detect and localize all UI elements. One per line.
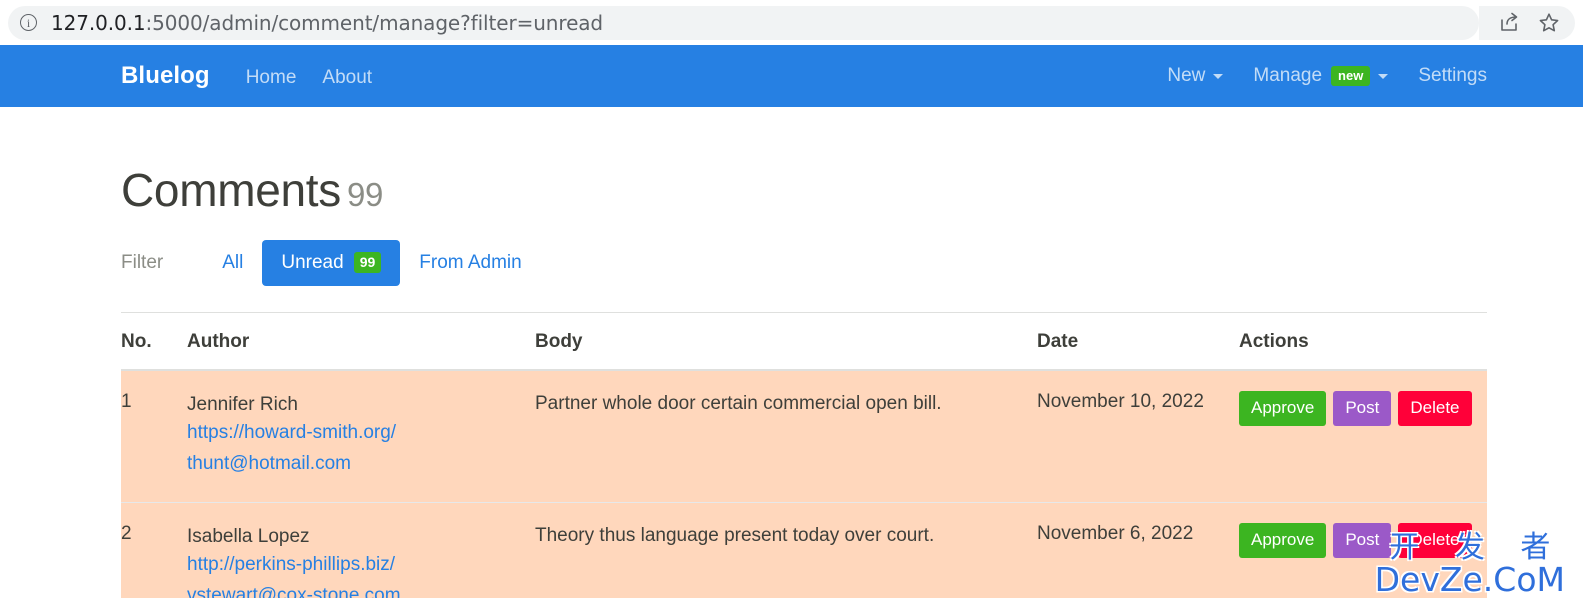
page-title: Comments 99 [121,165,1487,216]
nav-item-new[interactable]: New [1167,65,1224,87]
table-row: 1 Jennifer Rich https://howard-smith.org… [121,369,1487,503]
filter-unread-count-badge: 99 [353,252,382,274]
url-host: 127.0.0.1 [51,10,146,35]
browser-toolbar: i 127.0.0.1:5000/admin/comment/manage?fi… [0,0,1583,45]
brand-logo[interactable]: Bluelog [121,62,210,90]
author-website-link[interactable]: http://perkins-phillips.biz/ [187,550,535,581]
page-title-count: 99 [347,176,384,213]
site-info-icon[interactable]: i [20,14,37,31]
column-header-author: Author [187,311,535,371]
nav-new-badge: new [1331,66,1371,86]
browser-actions [1479,5,1575,40]
address-bar[interactable]: i 127.0.0.1:5000/admin/comment/manage?fi… [8,5,1479,40]
nav-item-manage[interactable]: Manage new [1253,65,1389,87]
cell-date: November 10, 2022 [1037,369,1239,503]
action-button-group: Approve Post Delete [1239,522,1487,559]
filter-bar: Filter All Unread 99 From Admin [121,239,1487,286]
cell-date: November 6, 2022 [1037,502,1239,598]
delete-button[interactable]: Delete [1398,390,1472,426]
nav-item-settings[interactable]: Settings [1418,65,1487,87]
table-row: 2 Isabella Lopez http://perkins-phillips… [121,502,1487,598]
main-navbar: Bluelog Home About New Manage new Settin… [0,45,1583,107]
nav-item-about[interactable]: About [322,67,372,89]
delete-button[interactable]: Delete [1398,522,1472,559]
author-name: Isabella Lopez [187,525,310,547]
cell-body: Theory thus language present today over … [535,502,1037,598]
filter-label: Filter [121,251,164,273]
approve-button[interactable]: Approve [1239,522,1327,559]
column-header-date: Date [1037,311,1239,371]
navbar-right-group: New Manage new Settings [1137,65,1487,87]
cell-author: Isabella Lopez http://perkins-phillips.b… [187,502,535,598]
cell-actions: Approve Post Delete [1239,502,1487,598]
navbar-left-group: Bluelog Home About [121,62,398,90]
cell-no: 1 [121,369,187,503]
filter-button-unread[interactable]: Unread 99 [262,239,401,286]
filter-button-all[interactable]: All [203,240,262,286]
page-title-text: Comments [121,164,341,216]
chevron-down-icon [1378,73,1389,79]
post-button[interactable]: Post [1333,522,1392,559]
cell-actions: Approve Post Delete [1239,369,1487,503]
table-header-row: No. Author Body Date Actions [121,311,1487,371]
nav-item-manage-label: Manage [1253,65,1323,86]
column-header-body: Body [535,311,1037,371]
column-header-no: No. [121,311,187,371]
action-button-group: Approve Post Delete [1239,390,1487,426]
share-icon[interactable] [1497,11,1521,35]
post-button[interactable]: Post [1333,390,1392,426]
nav-item-new-label: New [1167,65,1206,86]
table-header: No. Author Body Date Actions [121,311,1487,371]
author-name: Jennifer Rich [187,393,298,415]
cell-body: Partner whole door certain commercial op… [535,369,1037,503]
chevron-down-icon [1213,73,1224,79]
cell-author: Jennifer Rich https://howard-smith.org/ … [187,369,535,503]
approve-button[interactable]: Approve [1239,390,1327,426]
table-body: 1 Jennifer Rich https://howard-smith.org… [121,369,1487,598]
cell-no: 2 [121,502,187,598]
page-content: Comments 99 Filter All Unread 99 From Adm… [0,165,1583,598]
nav-item-home[interactable]: Home [246,67,297,89]
filter-button-from-admin[interactable]: From Admin [400,240,540,286]
filter-button-unread-label: Unread [281,251,344,273]
column-header-actions: Actions [1239,311,1487,371]
author-email-link[interactable]: thunt@hotmail.com [187,449,535,480]
author-email-link[interactable]: vstewart@cox-stone.com [187,581,535,598]
bookmark-star-icon[interactable] [1537,11,1561,35]
page-wrapper: i 127.0.0.1:5000/admin/comment/manage?fi… [0,0,1583,598]
author-website-link[interactable]: https://howard-smith.org/ [187,418,535,449]
url-path: :5000/admin/comment/manage?filter=unread [145,10,604,35]
address-bar-text: 127.0.0.1:5000/admin/comment/manage?filt… [51,11,603,35]
comments-table: No. Author Body Date Actions 1 Jennifer … [121,311,1487,598]
